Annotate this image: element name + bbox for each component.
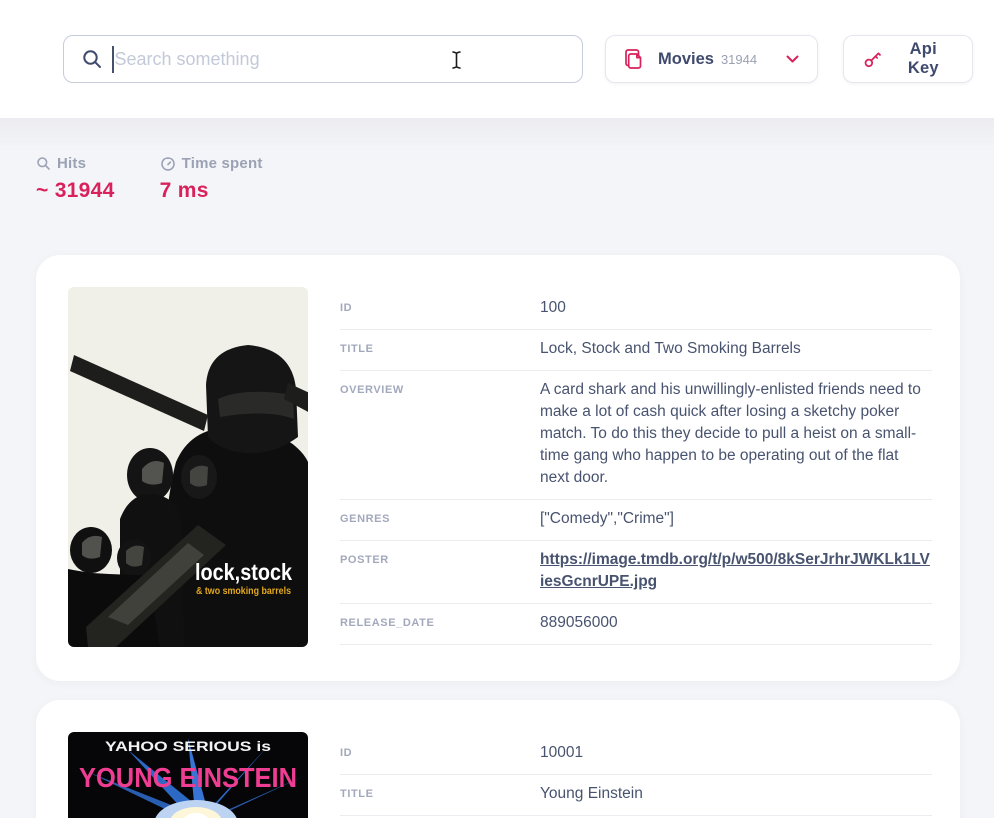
- time-spent-label: Time spent: [182, 155, 263, 172]
- field-label: OVERVIEW: [340, 379, 540, 396]
- search-icon: [36, 156, 51, 171]
- time-spent-value: 7 ms: [160, 179, 263, 203]
- api-key-button[interactable]: Api Key: [843, 35, 973, 83]
- index-selector-dropdown[interactable]: Movies 31944: [605, 35, 818, 83]
- movie-poster-image: YAHOO SERIOUS is YOUNG EINSTEIN: [68, 732, 308, 818]
- field-value: 10001: [540, 742, 932, 764]
- field-label: RELEASE_DATE: [340, 612, 540, 629]
- hits-value: ~ 31944: [36, 179, 115, 203]
- search-icon: [81, 48, 103, 70]
- poster-subtitle-text: & two smoking barrels: [196, 586, 291, 597]
- field-row-id: ID 10001: [340, 734, 932, 775]
- result-card: lock,stock & two smoking barrels ID 100 …: [36, 255, 960, 681]
- mouse-cursor-ibeam: [449, 50, 464, 70]
- hits-stat: Hits ~ 31944: [36, 155, 115, 203]
- document-fields: ID 100 TITLE Lock, Stock and Two Smoking…: [340, 287, 932, 647]
- search-box[interactable]: [63, 35, 583, 83]
- field-label: TITLE: [340, 783, 540, 800]
- field-row-title: TITLE Lock, Stock and Two Smoking Barrel…: [340, 330, 932, 371]
- time-spent-stat: Time spent 7 ms: [160, 155, 263, 203]
- header: Movies 31944 Api Key: [0, 0, 994, 118]
- field-label: TITLE: [340, 338, 540, 355]
- movie-poster-image: lock,stock & two smoking barrels: [68, 287, 308, 647]
- poster-title-text: YOUNG EINSTEIN: [79, 762, 297, 793]
- gauge-icon: [160, 156, 176, 172]
- field-label: ID: [340, 297, 540, 314]
- document-fields: ID 10001 TITLE Young Einstein OVERVIEW A…: [340, 732, 932, 818]
- search-stats: Hits ~ 31944 Time spent 7 ms: [36, 155, 960, 203]
- field-row-release-date: RELEASE_DATE 889056000: [340, 604, 932, 645]
- field-label: POSTER: [340, 549, 540, 566]
- results-area: Hits ~ 31944 Time spent 7 ms: [0, 118, 994, 818]
- field-row-id: ID 100: [340, 289, 932, 330]
- meilisearch-mini-dashboard: Movies 31944 Api Key: [0, 0, 994, 818]
- results-list: lock,stock & two smoking barrels ID 100 …: [36, 255, 960, 818]
- field-row-poster: POSTER https://image.tmdb.org/t/p/w500/8…: [340, 541, 932, 604]
- api-key-label: Api Key: [893, 40, 954, 78]
- field-value: ["Comedy","Crime"]: [540, 508, 932, 530]
- field-value: 889056000: [540, 612, 932, 634]
- field-value: 100: [540, 297, 932, 319]
- field-value: A card shark and his unwillingly-enliste…: [540, 379, 932, 489]
- text-caret: [112, 46, 114, 73]
- chevron-down-icon: [786, 55, 799, 64]
- poster-title-text: lock,stock: [195, 559, 292, 585]
- poster-billing-text: YAHOO SERIOUS is: [105, 738, 271, 754]
- result-card: YAHOO SERIOUS is YOUNG EINSTEIN ID 10001…: [36, 700, 960, 818]
- field-value: Lock, Stock and Two Smoking Barrels: [540, 338, 932, 360]
- poster-url-link[interactable]: https://image.tmdb.org/t/p/w500/8kSerJrh…: [540, 551, 930, 590]
- search-input[interactable]: [115, 49, 569, 70]
- field-label: ID: [340, 742, 540, 759]
- documents-icon: [622, 47, 645, 71]
- index-selector-label: Movies: [658, 50, 714, 69]
- field-row-title: TITLE Young Einstein: [340, 775, 932, 816]
- field-row-genres: GENRES ["Comedy","Crime"]: [340, 500, 932, 541]
- index-doc-count: 31944: [721, 52, 757, 67]
- field-value: Young Einstein: [540, 783, 932, 805]
- key-icon: [862, 49, 883, 70]
- hits-label: Hits: [57, 155, 86, 172]
- field-row-overview: OVERVIEW A card shark and his unwillingl…: [340, 371, 932, 500]
- field-label: GENRES: [340, 508, 540, 525]
